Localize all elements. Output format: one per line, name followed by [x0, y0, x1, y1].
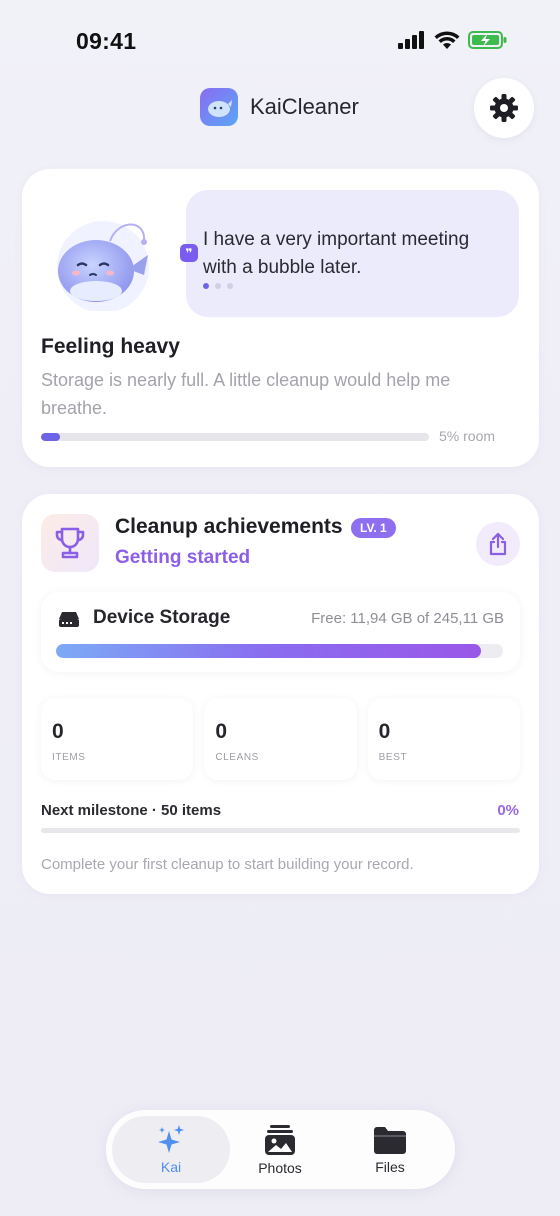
tab-photos[interactable]: Photos — [221, 1116, 339, 1183]
stat-items: 0 ITEMS — [41, 698, 194, 780]
milestone-percent: 0% — [497, 802, 519, 819]
stat-best: 0 BEST — [367, 698, 520, 780]
storage-title: Device Storage — [93, 607, 231, 628]
stat-label: BEST — [378, 752, 408, 763]
page-dot — [227, 283, 233, 289]
app-logo-icon — [200, 88, 238, 126]
storage-progress-bar — [56, 644, 503, 658]
tab-label: Files — [375, 1158, 405, 1175]
status-time: 09:41 — [76, 28, 137, 54]
whale-mascot-icon — [57, 221, 149, 311]
trophy-icon — [55, 527, 85, 559]
room-progress-bar — [41, 433, 429, 441]
stat-value: 0 — [378, 720, 391, 743]
page-indicator — [203, 283, 233, 289]
app-brand: KaiCleaner — [200, 88, 359, 126]
stats-row: 0 ITEMS 0 CLEANS 0 BEST — [41, 698, 520, 780]
sparkles-icon — [158, 1124, 184, 1153]
tab-files[interactable]: Files — [331, 1116, 449, 1183]
mood-description: Storage is nearly full. A little cleanup… — [41, 370, 451, 418]
stat-label: CLEANS — [215, 752, 259, 763]
quote-badge-icon: ❞ — [180, 244, 198, 262]
folder-icon — [374, 1126, 406, 1154]
stat-label: ITEMS — [52, 752, 86, 763]
share-icon — [489, 532, 507, 556]
stat-cleans: 0 CLEANS — [204, 698, 357, 780]
tab-label: Kai — [160, 1158, 182, 1175]
level-badge: LV. 1 — [351, 518, 396, 538]
speech-text: I have a very important meeting with a b… — [203, 229, 470, 278]
mood-title: Feeling heavy — [41, 335, 180, 358]
status-bar: 09:41 — [0, 0, 560, 80]
tab-bar: Kai Photos Files — [106, 1110, 455, 1189]
share-button[interactable] — [476, 522, 520, 566]
status-icons — [398, 30, 508, 50]
wifi-icon — [434, 30, 460, 49]
mood-card: ❞ I have a very important meeting with a… — [22, 169, 539, 467]
storage-free-text: Free: 11,94 GB of 245,11 GB — [311, 610, 504, 627]
achievements-footer: Complete your first cleanup to start bui… — [41, 856, 414, 873]
battery-icon — [468, 31, 507, 49]
achievements-title: Cleanup achievements — [115, 515, 343, 538]
achievements-subtitle: Getting started — [115, 547, 251, 568]
stat-value: 0 — [52, 720, 64, 743]
room-progress-fill — [41, 433, 61, 441]
room-label: 5% room — [439, 428, 496, 444]
milestone-progress-bar — [41, 828, 520, 833]
page-dot — [203, 283, 209, 289]
gear-icon — [490, 94, 518, 122]
device-storage-panel: Device Storage Free: 11,94 GB of 245,11 … — [41, 592, 520, 672]
trophy-badge — [41, 514, 99, 572]
photos-icon — [265, 1124, 295, 1155]
drive-icon — [59, 612, 79, 627]
stat-value: 0 — [215, 720, 228, 743]
settings-button[interactable] — [474, 78, 534, 138]
app-header: KaiCleaner — [0, 78, 560, 138]
signal-icon — [398, 31, 424, 49]
app-title: KaiCleaner — [250, 94, 359, 119]
speech-bubble[interactable]: ❞ I have a very important meeting with a… — [180, 190, 519, 317]
tab-kai[interactable]: Kai — [112, 1116, 230, 1183]
tab-label: Photos — [258, 1159, 302, 1176]
storage-progress-fill — [56, 644, 482, 658]
achievements-card: Cleanup achievements LV. 1 Getting start… — [22, 494, 539, 894]
milestone-label: Next milestone · 50 items — [41, 802, 222, 819]
page-dot — [215, 283, 221, 289]
